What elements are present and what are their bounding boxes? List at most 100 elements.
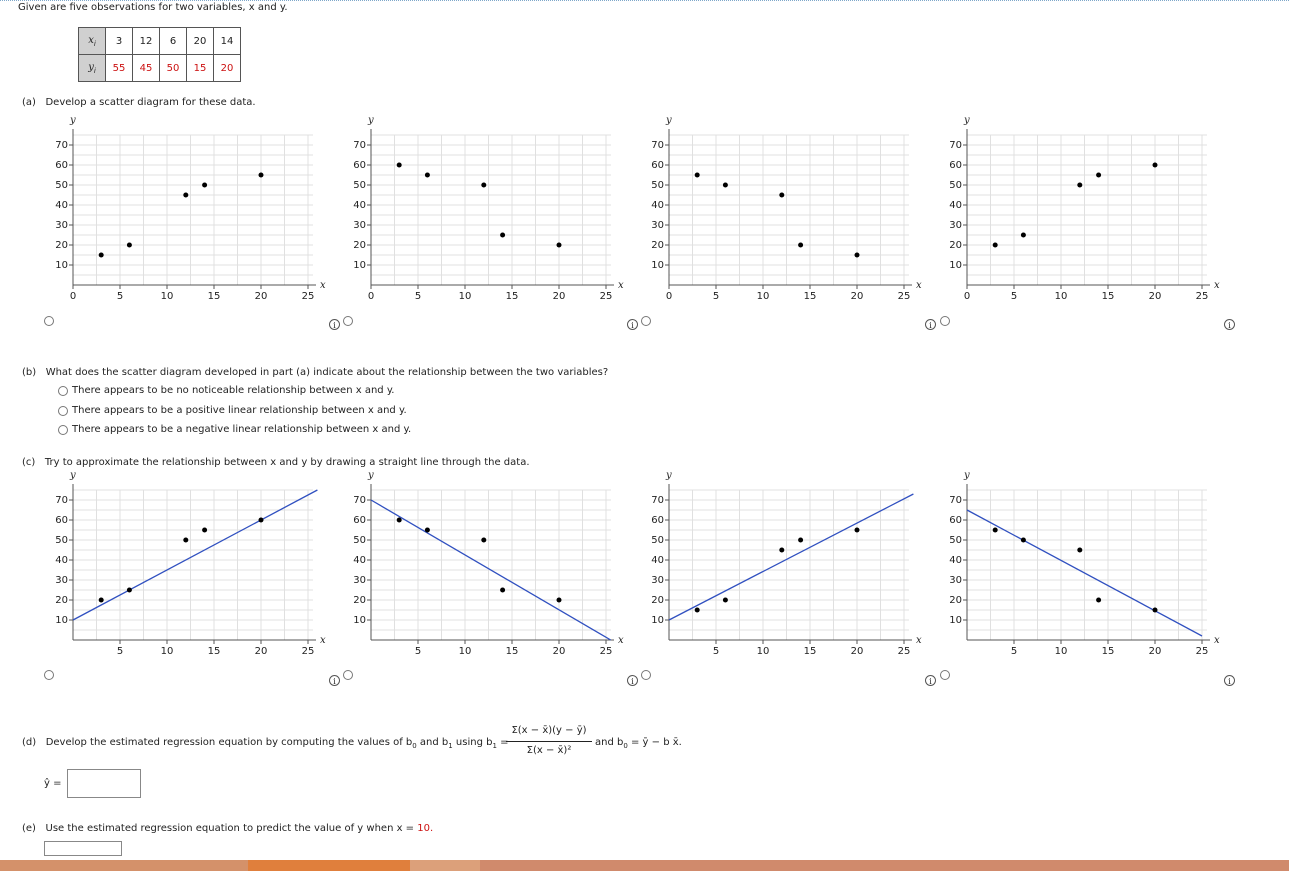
info-icon[interactable]: i (627, 675, 638, 686)
info-icon[interactable]: i (1224, 319, 1235, 330)
x-axis-label: x (618, 280, 624, 291)
x-tick-label: 10 (161, 646, 174, 657)
info-icon[interactable]: i (925, 675, 936, 686)
data-point (1152, 162, 1158, 168)
data-point (183, 192, 189, 198)
option-radio[interactable] (58, 405, 68, 416)
data-point (481, 182, 487, 188)
x-tick-label: 5 (415, 646, 421, 657)
info-icon[interactable]: i (925, 319, 936, 330)
info-icon[interactable]: i (1224, 675, 1235, 686)
x-tick-label: 0 (368, 291, 374, 302)
y-cell: 45 (132, 54, 160, 82)
line-plot-c4: 10 20 30 40 50 60 70 5 10 15 20 25 x y (949, 470, 1220, 657)
footer-segment (410, 860, 480, 871)
x-tick-label: 10 (757, 291, 770, 302)
y-tick-label: 50 (949, 180, 962, 191)
x-tick-label: 5 (713, 291, 719, 302)
plot-c1-radio[interactable] (44, 670, 54, 680)
y-tick-label: 20 (353, 595, 366, 606)
data-point (500, 232, 506, 238)
plot-a4-radio[interactable] (940, 316, 950, 326)
plot-c3-radio[interactable] (641, 670, 651, 680)
data-point (202, 527, 208, 533)
regression-line (668, 493, 914, 621)
option-radio[interactable] (58, 385, 68, 396)
data-point (183, 537, 189, 543)
part-c-question: (c) Try to approximate the relationship … (22, 457, 530, 468)
y-cell: 20 (213, 54, 241, 82)
y-tick-label: 50 (353, 180, 366, 191)
data-point (1152, 607, 1158, 613)
data-point (424, 527, 430, 533)
x-tick-label: 20 (255, 646, 268, 657)
data-point (1096, 597, 1102, 603)
x-tick-label: 10 (459, 291, 472, 302)
info-icon[interactable]: i (329, 675, 340, 686)
fraction-bar (506, 741, 592, 742)
y-tick-label: 70 (353, 495, 366, 506)
plot-c4-radio[interactable] (940, 670, 950, 680)
x-tick-label: 20 (255, 291, 268, 302)
y-tick-label: 20 (949, 595, 962, 606)
y-tick-label: 70 (651, 495, 664, 506)
plot-a2-radio[interactable] (343, 316, 353, 326)
x-tick-label: 20 (851, 291, 864, 302)
option-positive[interactable]: There appears to be a positive linear re… (58, 405, 407, 416)
footer-segment (0, 860, 248, 871)
data-point (694, 607, 700, 613)
data-point (1077, 547, 1083, 553)
x-tick-label: 15 (506, 291, 519, 302)
y-tick-label: 40 (949, 200, 962, 211)
plot-a1-radio[interactable] (44, 316, 54, 326)
x-axis-label: x (618, 635, 624, 646)
data-point (126, 587, 132, 593)
x-tick-label: 10 (459, 646, 472, 657)
y-tick-label: 60 (55, 160, 68, 171)
y-tick-label: 50 (949, 535, 962, 546)
info-icon[interactable]: i (627, 319, 638, 330)
x-tick-label: 15 (506, 646, 519, 657)
x-tick-label: 0 (666, 291, 672, 302)
x-tick-label: 20 (553, 291, 566, 302)
x-tick-label: 0 (70, 291, 76, 302)
data-point (202, 182, 208, 188)
x-header: xi (78, 27, 106, 55)
x-tick-label: 0 (964, 291, 970, 302)
y-tick-label: 40 (949, 555, 962, 566)
data-point (798, 242, 804, 248)
plot-c2-radio[interactable] (343, 670, 353, 680)
y-tick-label: 60 (651, 515, 664, 526)
y-tick-label: 60 (949, 160, 962, 171)
part-b-question: (b) What does the scatter diagram develo… (22, 367, 609, 378)
y-tick-label: 10 (949, 615, 962, 626)
option-radio[interactable] (58, 424, 68, 435)
data-point (779, 547, 785, 553)
regression-equation-input[interactable] (67, 769, 141, 798)
y-axis-label: y (963, 115, 970, 126)
b0-formula: and b0 = ȳ − b x̄. (595, 737, 682, 750)
option-no-relationship[interactable]: There appears to be no noticeable relati… (58, 385, 395, 396)
y-tick-label: 50 (353, 535, 366, 546)
x-tick-label: 25 (302, 291, 315, 302)
y-tick-label: 10 (353, 615, 366, 626)
formula-numerator: Σ(x − x̄)(y − ȳ) (511, 725, 587, 736)
y-tick-label: 30 (353, 575, 366, 586)
data-point (779, 192, 785, 198)
y-tick-label: 30 (651, 575, 664, 586)
data-point (854, 252, 860, 258)
yhat-label: ŷ = (44, 778, 62, 789)
plot-a3-radio[interactable] (641, 316, 651, 326)
top-divider (0, 0, 1289, 1)
info-icon[interactable]: i (329, 319, 340, 330)
y-cell: 55 (105, 54, 133, 82)
x-tick-label: 25 (600, 646, 613, 657)
data-point (258, 517, 264, 523)
y-tick-label: 30 (55, 220, 68, 231)
prediction-input[interactable] (44, 841, 122, 856)
x-tick-label: 20 (851, 646, 864, 657)
option-negative[interactable]: There appears to be a negative linear re… (58, 424, 411, 435)
y-tick-label: 60 (55, 515, 68, 526)
y-tick-label: 40 (353, 555, 366, 566)
data-point (556, 242, 562, 248)
